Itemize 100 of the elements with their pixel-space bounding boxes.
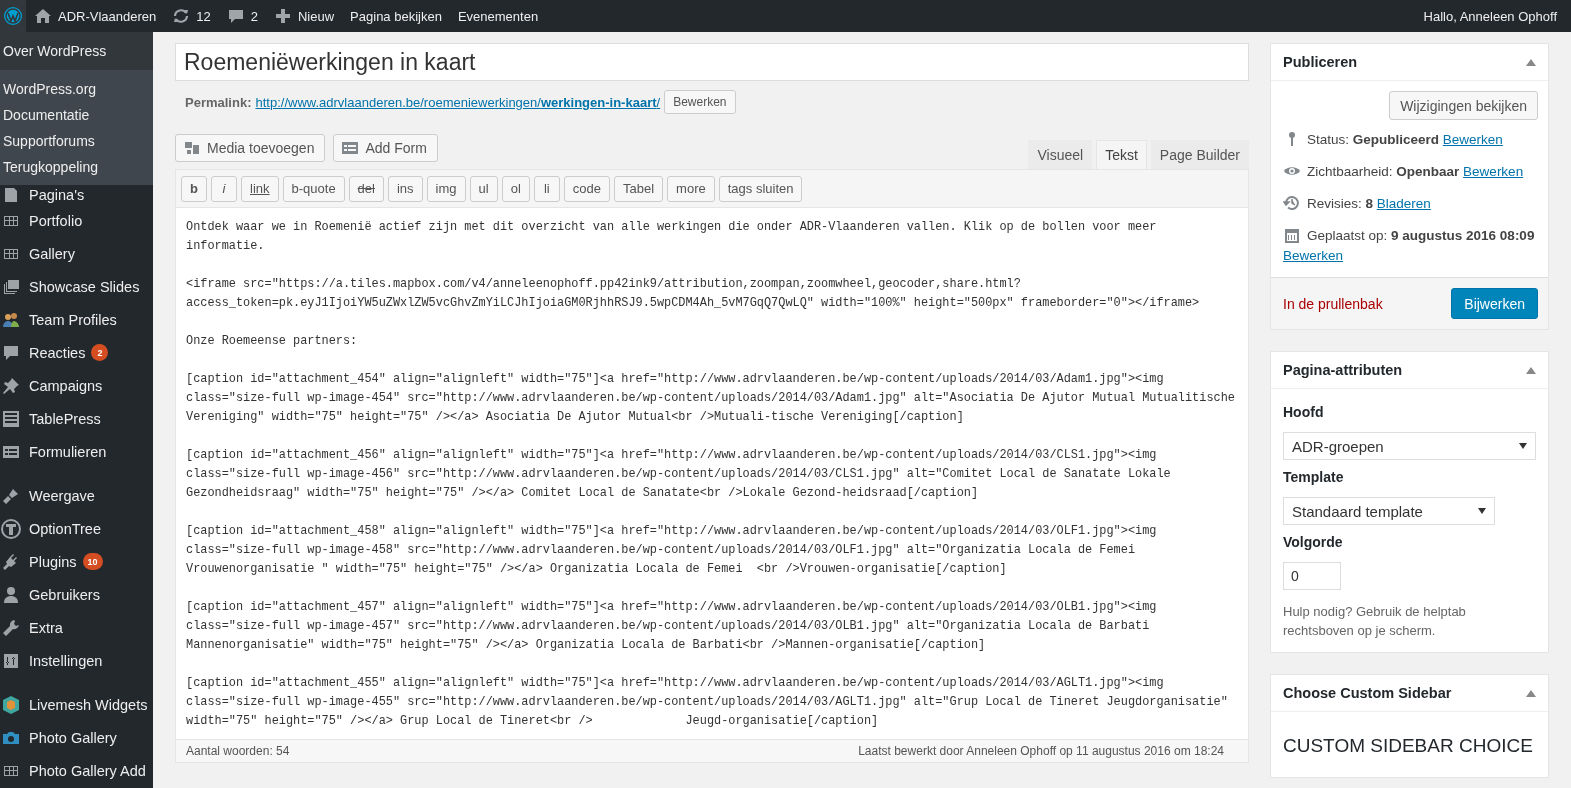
collapse-arrow-icon[interactable] xyxy=(1526,689,1536,697)
code-paragraph: [caption id="attachment_455" align="alignleft" width="75"]<a href="http://www.adrvlaanderen.be/wp-content/uploads/2014/03/AGLT1.jpg"><img class="size-full wp-image-455" src="http://www.adrvlaanderen.be/wp-content/uploads/2014/03/AGLT1.jpg" alt="Grup Local de Tineret Jeugdorganisatie" width="75" height="75" /></a> Grup Local de Tineret<br /> Jeugd-organisatie[/caption] xyxy=(186,675,1229,730)
submenu-link[interactable]: Supportforums xyxy=(0,128,153,154)
history-icon xyxy=(1283,194,1301,212)
quicktag-button[interactable]: li xyxy=(533,175,560,202)
sidebar-item[interactable]: Pagina's xyxy=(29,186,85,203)
comment-icon[interactable] xyxy=(226,7,245,25)
code-paragraph: [caption id="attachment_457" align="alignleft" width="75"]<a href="http://www.adrvlaanderen.be/wp-content/uploads/2014/03/OLB1.jpg"><img class="size-full wp-image-457" src="http://www.adrvlaanderen.be/wp-content/uploads/2014/03/OLB1.jpg" alt="Organizatia Locala de Barbati Mannenorganisatie" width="75" height="75" /></a> Organizatia Locala de Barbati<br />Mannen-organisatie[/caption] xyxy=(186,599,1158,654)
collapse-arrow-icon[interactable] xyxy=(1526,366,1536,374)
sidebar-item[interactable]: Campaigns xyxy=(29,377,103,394)
sidebar-item[interactable]: Livemesh Widgets xyxy=(29,696,148,713)
quicktag-button[interactable]: code xyxy=(563,175,610,202)
new-link[interactable]: Nieuw xyxy=(298,8,335,24)
calendar-icon xyxy=(1283,226,1301,244)
section-heading: CUSTOM SIDEBAR CHOICE xyxy=(1282,734,1534,758)
panel-title: Publiceren xyxy=(1283,54,1358,70)
quicktag-button[interactable]: link xyxy=(241,175,279,202)
sidebar-item[interactable]: Gallery xyxy=(29,245,75,262)
cube-icon xyxy=(1,694,21,715)
quicktag-button[interactable]: tags sluiten xyxy=(718,175,803,202)
quicktag-button[interactable]: i xyxy=(211,175,237,202)
submenu-link[interactable]: Documentatie xyxy=(0,102,153,128)
user-icon xyxy=(1,584,21,605)
editor-tab[interactable]: Tekst xyxy=(1096,140,1147,169)
pushpin-icon xyxy=(1,375,21,396)
plus-icon[interactable] xyxy=(274,7,292,25)
quicktag-button[interactable]: more xyxy=(667,175,715,202)
edit-link[interactable]: Bladeren xyxy=(1376,196,1431,211)
field-label: Template xyxy=(1283,469,1345,485)
quicktag-button[interactable]: ins xyxy=(387,175,423,202)
admin-bar-link[interactable]: Evenementen xyxy=(457,8,539,24)
permalink-link[interactable]: http://www.adrvlaanderen.be/roemeniewerkingen/werkingen-in-kaart/ xyxy=(255,94,661,110)
sidebar-item[interactable]: Weergave xyxy=(29,487,95,504)
wrench-icon xyxy=(1,617,21,638)
quicktag-button[interactable]: Tabel xyxy=(614,175,664,202)
publish-info: Status: Gepubliceerd xyxy=(1307,132,1440,147)
edit-link[interactable]: Bewerken xyxy=(1442,132,1503,147)
trash-link[interactable]: In de prullenbak xyxy=(1283,295,1383,312)
sidebar-item[interactable]: Plugins xyxy=(29,553,77,570)
sidebar-item[interactable]: Reacties xyxy=(29,344,86,361)
quicktag-button[interactable]: b xyxy=(181,175,207,202)
order-field[interactable]: 0 xyxy=(1283,562,1341,590)
template-select[interactable]: Standaard template xyxy=(1283,497,1495,525)
refresh-icon[interactable] xyxy=(172,7,191,25)
dropdown-menu-item[interactable]: Over WordPress xyxy=(0,32,153,70)
sidebar-item[interactable]: Gebruikers xyxy=(29,586,100,603)
sidebar-item[interactable]: Extra xyxy=(29,619,63,636)
count-badge: 10 xyxy=(82,553,103,570)
quicktag-button[interactable]: del xyxy=(348,175,384,202)
home-icon[interactable] xyxy=(34,7,52,25)
title-field[interactable]: Roemeniëwerkingen in kaart xyxy=(175,43,1249,81)
publish-info: Zichtbaarheid: Openbaar xyxy=(1307,164,1460,179)
edit-link[interactable]: Bewerken xyxy=(1283,248,1344,263)
site-name-link[interactable]: ADR-Vlaanderen xyxy=(58,8,157,24)
sidebar-item[interactable]: Showcase Slides xyxy=(29,278,140,295)
sidebar-item[interactable]: Portfolio xyxy=(29,212,83,229)
sidebar-item[interactable]: Photo Gallery xyxy=(29,729,117,746)
word-count: Aantal woorden: 54 xyxy=(186,744,290,758)
form-icon xyxy=(341,139,360,157)
quicktag-button[interactable]: ul xyxy=(469,175,498,202)
media-button[interactable]: Media toevoegen xyxy=(175,134,326,162)
quicktag-button[interactable]: img xyxy=(426,175,466,202)
edit-button[interactable]: Bewerken xyxy=(664,90,736,114)
sidebar-item[interactable]: OptionTree xyxy=(29,520,101,537)
editor-tab[interactable]: Page Builder xyxy=(1150,140,1249,169)
panel-title: Choose Custom Sidebar xyxy=(1283,685,1452,701)
comments-count[interactable]: 2 xyxy=(250,8,258,24)
editor-tab[interactable]: Visueel xyxy=(1028,140,1093,169)
code-paragraph: Onze Roemeense partners: xyxy=(186,333,359,350)
media-button[interactable]: Add Form xyxy=(333,134,438,162)
preview-button[interactable]: Wijzigingen bekijken xyxy=(1389,91,1538,120)
sidebar-item[interactable]: Instellingen xyxy=(29,652,103,669)
quicktag-button[interactable]: ol xyxy=(501,175,530,202)
code-paragraph: Ontdek waar we in Roemenië actief zijn met dit overzicht van alle werkingen die onder ADR-Vlaanderen vallen. Klik op de bollen voor meer informatie. xyxy=(186,219,1158,255)
list-icon xyxy=(1,408,21,429)
dropdown-arrow-icon xyxy=(1478,508,1486,514)
submenu-link[interactable]: WordPress.org xyxy=(0,76,153,102)
submenu-link[interactable]: Terugkoppeling xyxy=(0,154,153,180)
code-paragraph: [caption id="attachment_454" align="alignleft" width="75"]<a href="http://www.adrvlaanderen.be/wp-content/uploads/2014/03/Adam1.jpg"><img class="size-full wp-image-454" src="http://www.adrvlaanderen.be/wp-content/uploads/2014/03/Adam1.jpg" alt="Asociatia De Ajutor Mutual Mutualitische Vereniging" width="75" height="75" /></a> Asociatia De Ajutor Mutual<br />Mutuali-tische Vereniging[/caption] xyxy=(186,371,1236,426)
sidebar-item[interactable]: Photo Gallery Add xyxy=(29,762,146,779)
updates-count[interactable]: 12 xyxy=(196,8,211,24)
panel-title: Pagina-attributen xyxy=(1283,362,1403,378)
dropdown-arrow-icon xyxy=(1519,443,1527,449)
publish-info: Revisies: 8 xyxy=(1307,196,1374,211)
wordpress-logo-icon[interactable] xyxy=(3,6,23,26)
quicktag-button[interactable]: b-quote xyxy=(282,175,345,202)
parent-select[interactable]: ADR-groepen xyxy=(1283,432,1536,460)
code-paragraph: [caption id="attachment_458" align="alignleft" width="75"]<a href="http://www.adrvlaanderen.be/wp-content/uploads/2014/03/OLF1.jpg"><img class="size-full wp-image-458" src="http://www.adrvlaanderen.be/wp-content/uploads/2014/03/OLF1.jpg" alt="Organizatia Locala de Femei Vrouwenorganisatie " width="75" height="75" /></a> Organizatia Locala de Femei <br />Vrouwen-organisatie[/caption] xyxy=(186,523,1158,578)
sidebar-item[interactable]: Team Profiles xyxy=(29,311,117,328)
sidebar-item[interactable]: Formulieren xyxy=(29,443,107,460)
permalink-label: Permalink: xyxy=(185,94,252,110)
user-greeting[interactable]: Hallo, Anneleen Ophoff xyxy=(1423,8,1571,24)
publish-info: Geplaatst op: 9 augustus 2016 08:09 xyxy=(1307,228,1535,243)
code-paragraph: <iframe src="https://a.tiles.mapbox.com/v4/anneleenophoff.pp42ink9/attribution,zoompan,zoomwheel,geocoder,share.html? access_token=pk.eyJ1IjoiYW5uZWxlZW5vcGhvZmYiLCJhIjoiaGM0RjhhRSJ9.5wpCDM4Ah_5vM7GqQ7QwLQ" width="100%" height="500px" frameborder="0"></iframe> xyxy=(186,276,1201,312)
sidebar-item[interactable]: TablePress xyxy=(29,410,101,427)
edit-link[interactable]: Bewerken xyxy=(1463,164,1524,179)
media-icon xyxy=(183,139,201,157)
admin-bar-link[interactable]: Pagina bekijken xyxy=(350,8,442,24)
update-button[interactable]: Bijwerken xyxy=(1451,288,1538,319)
collapse-arrow-icon[interactable] xyxy=(1526,58,1536,66)
